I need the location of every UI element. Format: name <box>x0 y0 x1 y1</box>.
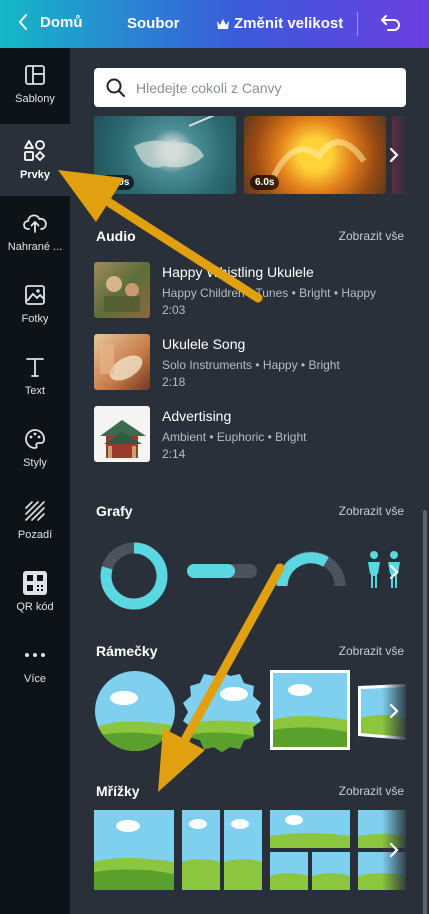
background-icon <box>24 499 46 523</box>
sidebar-item-elements[interactable]: Prvky <box>0 124 70 196</box>
resize-label: Změnit velikost <box>234 15 344 32</box>
palette-icon <box>24 427 46 451</box>
video-duration-badge: 6.0s <box>250 175 280 190</box>
sidebar-item-label: Pozadí <box>17 529 53 541</box>
audio-track-tags: Happy Children • Tunes • Bright • Happy <box>162 286 377 300</box>
video-thumbnail[interactable]: 11.0s <box>94 116 236 194</box>
grids-row <box>94 810 406 894</box>
square-frame-thumbnail[interactable] <box>270 670 350 750</box>
photos-icon <box>24 283 46 307</box>
chevron-left-icon <box>18 14 27 30</box>
charts-see-all-link[interactable]: Zobrazit vše <box>339 504 404 518</box>
templates-icon <box>24 63 46 87</box>
more-icon <box>24 643 46 667</box>
sidebar-item-templates[interactable]: Šablony <box>0 48 70 120</box>
top-bar: Domů Soubor Změnit velikost <box>0 0 429 48</box>
resize-button[interactable]: Změnit velikost <box>216 15 343 32</box>
sidebar-item-uploads[interactable]: Nahrané ... <box>0 196 70 268</box>
chevron-right-icon <box>389 564 399 580</box>
audio-track[interactable]: Advertising Ambient • Euphoric • Bright … <box>94 406 406 464</box>
video-thumbnail[interactable]: 6.0s <box>244 116 386 194</box>
elements-icon <box>23 139 47 163</box>
sidebar-item-label: Text <box>24 385 46 397</box>
topbar-divider <box>357 12 358 36</box>
audio-track-duration: 2:14 <box>162 447 186 461</box>
audio-track-tags: Solo Instruments • Happy • Bright <box>162 358 340 372</box>
album-cover-image <box>94 262 150 318</box>
qr-code-icon <box>23 571 47 595</box>
undo-icon <box>381 15 400 31</box>
scroll-right-button[interactable] <box>382 536 406 608</box>
scroll-right-button[interactable] <box>382 116 406 194</box>
sidebar-item-label: QR kód <box>16 601 54 613</box>
sidebar-item-background[interactable]: Pozadí <box>0 484 70 556</box>
audio-track-title: Happy Whistling Ukulele <box>162 264 314 280</box>
audio-track-duration: 2:18 <box>162 375 186 389</box>
undo-button[interactable] <box>380 14 402 32</box>
video-duration-badge: 11.0s <box>100 175 135 190</box>
charts-row <box>94 536 406 620</box>
audio-track-title: Advertising <box>162 408 232 424</box>
sidebar: Šablony Prvky Nahrané ... Fotky Text Sty… <box>0 48 70 914</box>
chevron-right-icon <box>389 147 399 163</box>
audio-track-duration: 2:03 <box>162 303 186 317</box>
sidebar-item-text[interactable]: Text <box>0 340 70 412</box>
sidebar-item-styles[interactable]: Styly <box>0 412 70 484</box>
sidebar-item-label: Fotky <box>21 313 49 325</box>
chevron-right-icon <box>389 703 399 719</box>
frames-section-title: Rámečky <box>96 643 158 659</box>
video-row: 11.0s 6.0s <box>94 116 406 194</box>
frames-row <box>94 670 406 754</box>
sidebar-item-photos[interactable]: Fotky <box>0 268 70 340</box>
sidebar-item-more[interactable]: Více <box>0 628 70 700</box>
audio-track-title: Ukulele Song <box>162 336 246 352</box>
search-icon <box>106 78 125 97</box>
audio-track-tags: Ambient • Euphoric • Bright <box>162 430 307 444</box>
sidebar-item-label: Šablony <box>15 93 55 105</box>
sidebar-item-label: Prvky <box>20 169 50 181</box>
donut-chart-thumbnail[interactable] <box>98 540 170 612</box>
frames-see-all-link[interactable]: Zobrazit vše <box>339 644 404 658</box>
grids-see-all-link[interactable]: Zobrazit vše <box>339 784 404 798</box>
progress-bar-thumbnail[interactable] <box>187 564 257 578</box>
audio-see-all-link[interactable]: Zobrazit vše <box>339 229 404 243</box>
scroll-right-button[interactable] <box>382 670 406 752</box>
home-label: Domů <box>40 13 83 31</box>
file-menu-button[interactable]: Soubor <box>127 15 180 32</box>
single-grid-thumbnail[interactable] <box>94 810 174 890</box>
sidebar-item-label: Více <box>23 673 46 685</box>
sidebar-item-label: Styly <box>23 457 47 469</box>
grids-section-title: Mřížky <box>96 783 140 799</box>
audio-track[interactable]: Happy Whistling Ukulele Happy Children •… <box>94 262 406 320</box>
file-label: Soubor <box>127 15 180 32</box>
elements-panel: 11.0s 6.0s Audio Zobrazit vše Happy Whis… <box>70 48 429 914</box>
audio-section-title: Audio <box>96 228 136 244</box>
home-button[interactable]: Domů <box>18 13 83 31</box>
upload-icon <box>23 211 47 235</box>
album-cover-image <box>94 334 150 390</box>
sidebar-item-qr-code[interactable]: QR kód <box>0 556 70 628</box>
panel-scrollbar[interactable] <box>423 510 427 914</box>
scalloped-frame-thumbnail[interactable] <box>180 670 264 752</box>
quad-grid-thumbnail[interactable] <box>270 810 350 890</box>
search-input[interactable] <box>136 79 396 96</box>
two-column-grid-thumbnail[interactable] <box>182 810 262 890</box>
sidebar-item-label: Nahrané ... <box>7 241 63 253</box>
chevron-right-icon <box>389 842 399 858</box>
scroll-right-button[interactable] <box>382 810 406 890</box>
search-bar[interactable] <box>94 68 406 107</box>
text-icon <box>25 355 45 379</box>
crown-icon <box>217 18 229 29</box>
gauge-chart-thumbnail[interactable] <box>276 546 346 590</box>
audio-track[interactable]: Ukulele Song Solo Instruments • Happy • … <box>94 334 406 392</box>
circle-frame-thumbnail[interactable] <box>94 670 176 752</box>
album-cover-image <box>94 406 150 462</box>
charts-section-title: Grafy <box>96 503 133 519</box>
